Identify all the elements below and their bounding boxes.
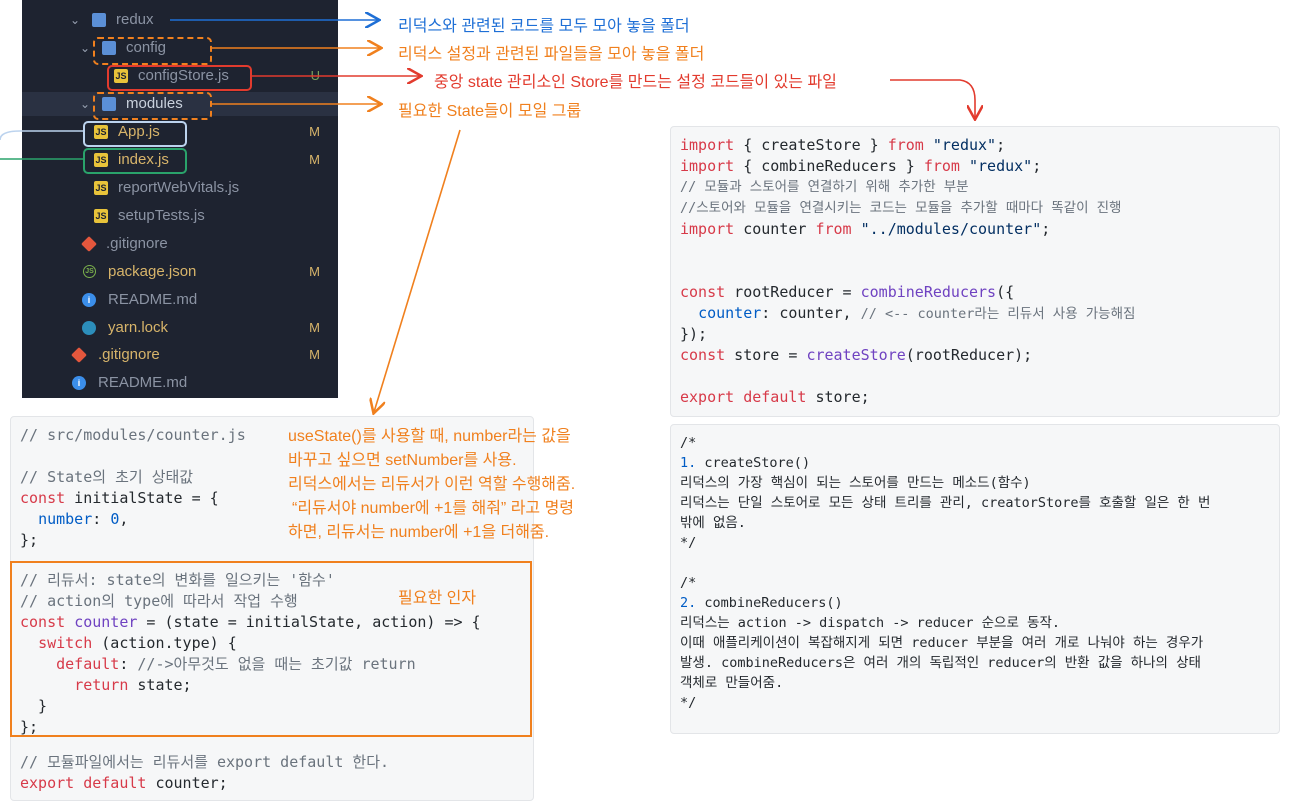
redux-annotation: 리덕스와 관련된 코드를 모두 모아 놓을 폴더	[398, 18, 690, 35]
code-line: import { createStore } from "redux";	[680, 136, 1006, 154]
code-line: const rootReducer = combineReducers({	[680, 283, 1015, 301]
reducer-explanation: useState()를 사용할 때, number라는 값을 바꾸고 싶으면 s…	[288, 425, 638, 545]
code-comment: // 모듈과 스토어를 연결하기 위해 추가한 부분	[680, 179, 969, 195]
code-line: const store = createStore(rootReducer);	[680, 346, 1033, 364]
code-comment: // src/modules/counter.js	[20, 426, 246, 444]
code-line: export default counter;	[20, 774, 228, 792]
doc-line: */	[680, 535, 697, 551]
explanation-line: 리덕스에서는 리듀서가 이런 역할 수행해줌.	[288, 476, 576, 493]
doc-line: */	[680, 695, 697, 711]
doc-line: 1. createStore()	[680, 455, 811, 471]
code-line: const initialState = {	[20, 489, 219, 507]
code-line: export default store;	[680, 388, 870, 406]
param-annotation: 필요한 인자	[398, 590, 477, 607]
code-comment: // 모듈파일에서는 리듀서를 export default 한다.	[20, 753, 390, 771]
code-line: number: 0,	[38, 510, 129, 528]
code-line: });	[680, 325, 708, 343]
code-line: import counter from "../modules/counter"…	[680, 220, 1051, 238]
code-line: import { combineReducers } from "redux";	[680, 157, 1042, 175]
doc-line: 리덕스의 가장 핵심이 되는 스토어를 만드는 메소드(함수)	[680, 475, 1031, 491]
doc-line: 밖에 없음.	[680, 515, 746, 531]
code-line: };	[20, 531, 39, 549]
doc-line: 리덕스는 단일 스토어로 모든 상태 트리를 관리, creatorStore를…	[680, 495, 1211, 511]
code-comment: // State의 초기 상태값	[20, 468, 194, 486]
store-annotation: 중앙 state 관리소인 Store를 만드는 설정 코드들이 있는 파일	[434, 74, 837, 91]
explanation-line: “리듀서야 number에 +1를 해줘” 라고 명령	[292, 500, 575, 517]
config-annotation: 리덕스 설정과 관련된 파일들을 모아 놓을 폴더	[398, 46, 705, 63]
modules-annotation: 필요한 State들이 모일 그룹	[398, 103, 582, 120]
explanation-line: 바꾸고 싶으면 setNumber를 사용.	[288, 452, 517, 469]
doc-comment-block: /* 1. createStore() 리덕스의 가장 핵심이 되는 스토어를 …	[670, 424, 1280, 734]
doc-line: /*	[680, 435, 697, 451]
doc-line: 이때 애플리케이션이 복잡해지게 되면 reducer 부분을 여러 개로 나눠…	[680, 635, 1204, 651]
doc-line: /*	[680, 575, 697, 591]
configstore-code-block: import { createStore } from "redux"; imp…	[670, 126, 1280, 417]
code-comment: //스토어와 모듈을 연결시키는 코드는 모듈을 추가할 때마다 똑같이 진행	[680, 200, 1122, 216]
doc-line: 발생. combineReducers은 여러 개의 독립적인 reducer의…	[680, 655, 1201, 671]
doc-line: 리덕스는 action -> dispatch -> reducer 순으로 동…	[680, 615, 1060, 631]
doc-line: 객체로 만들어줌.	[680, 675, 784, 691]
doc-line: 2. combineReducers()	[680, 595, 843, 611]
explanation-line: useState()를 사용할 때, number라는 값을	[288, 428, 571, 445]
code-line: counter: counter, // <-- counter라는 리듀서 사…	[698, 304, 1136, 322]
explanation-line: 하면, 리듀서는 number에 +1을 더해줌.	[288, 524, 550, 541]
